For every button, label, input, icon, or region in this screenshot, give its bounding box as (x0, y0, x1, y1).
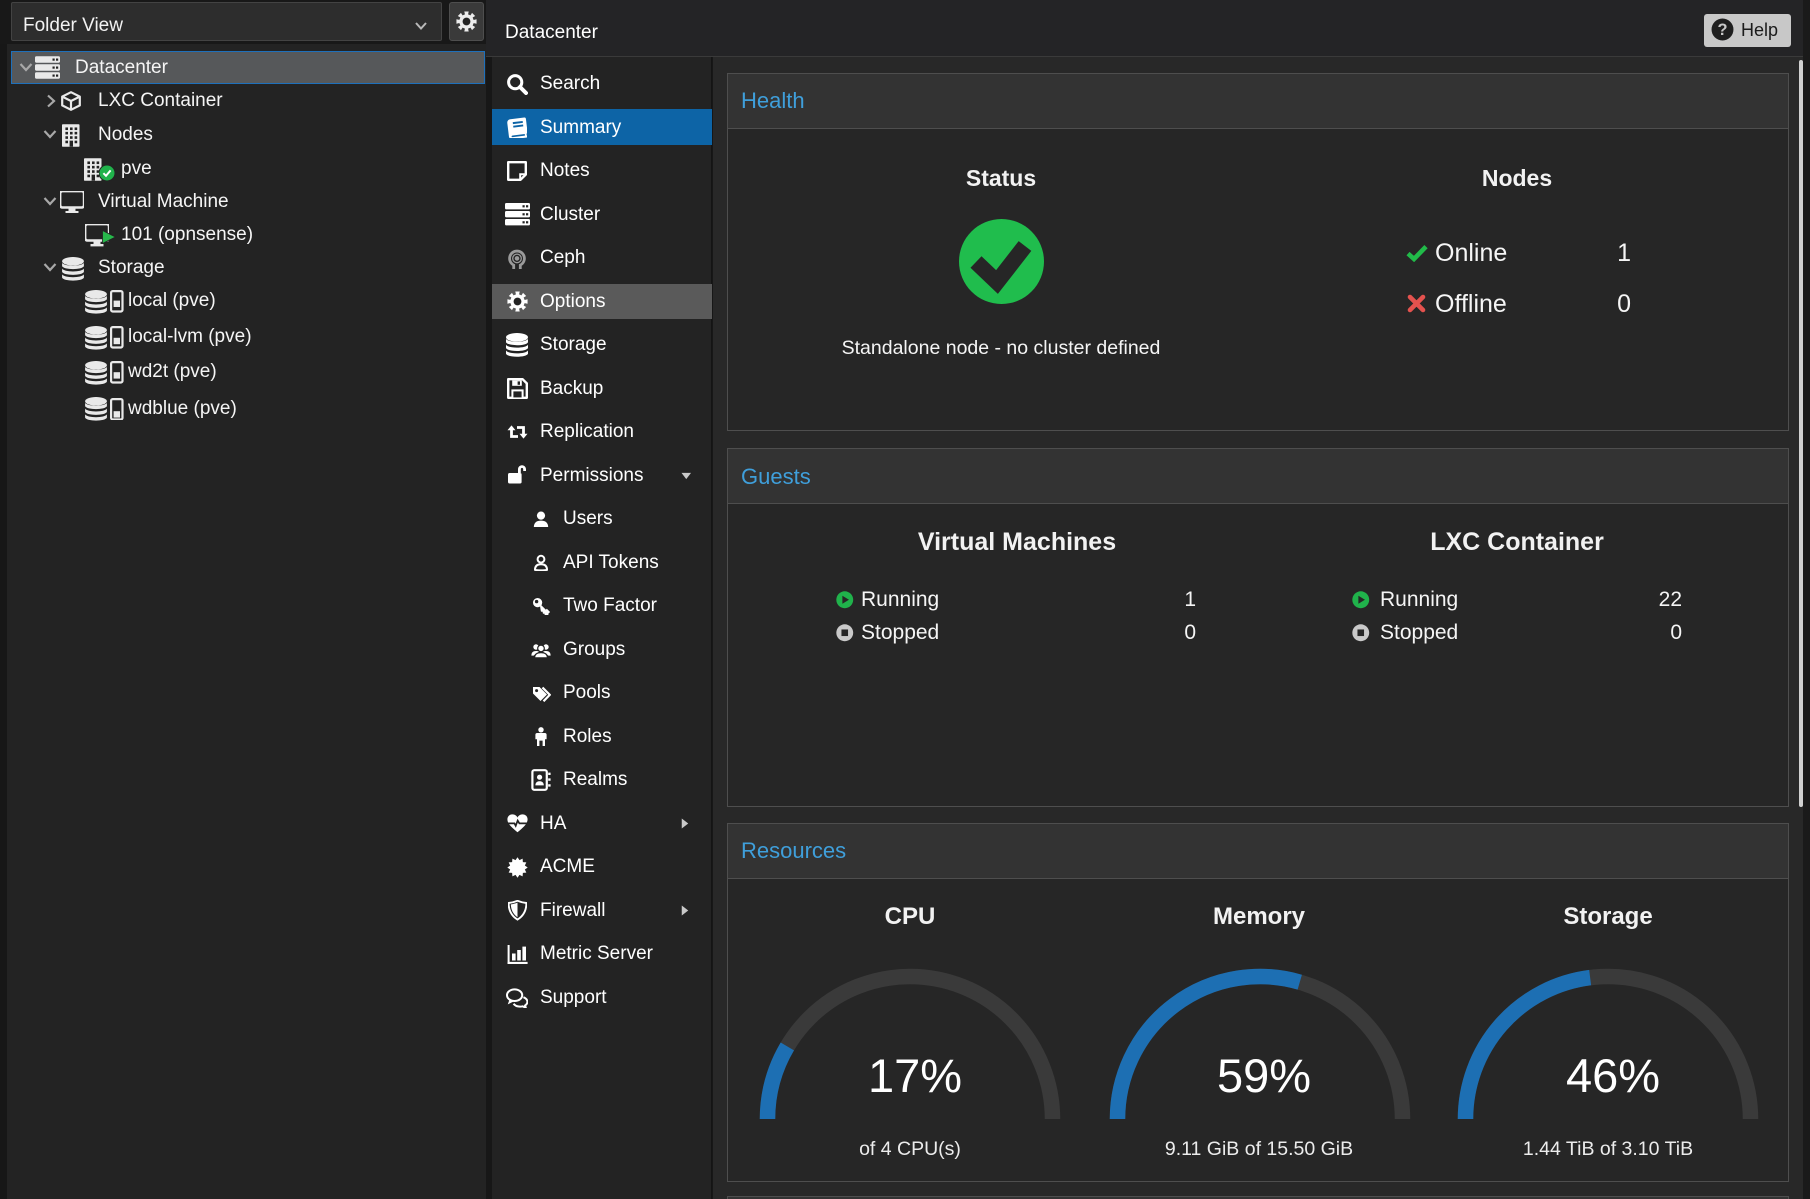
svg-text:?: ? (1717, 21, 1727, 39)
